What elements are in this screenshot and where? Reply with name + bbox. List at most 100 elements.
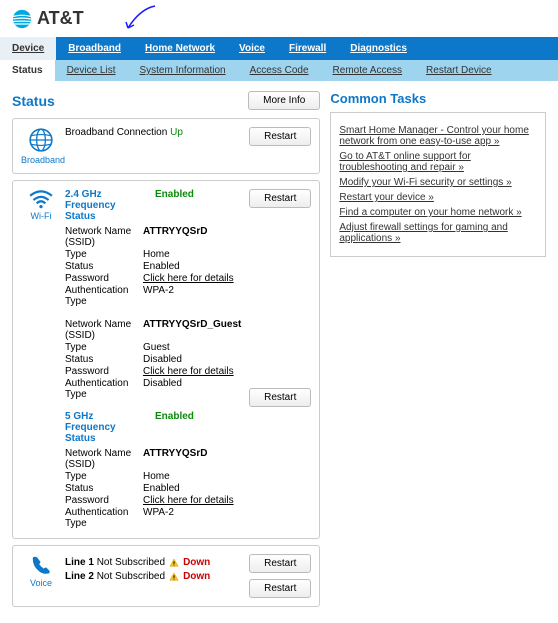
content-area: Status More Info Broadband Broadband Con…	[0, 81, 558, 623]
lbl-status: Status	[65, 261, 143, 272]
voice-line-2-restart-button[interactable]: Restart	[249, 579, 311, 598]
band-24-net1-auth: Disabled	[143, 378, 182, 400]
voice-line-1-sub: Not Subscribed	[97, 557, 165, 568]
lbl-ssid: Network Name (SSID)	[65, 226, 143, 248]
tab-voice[interactable]: Voice	[227, 37, 277, 60]
band-5-state: Enabled	[155, 411, 194, 422]
lbl-auth: Authentication Type	[65, 285, 143, 307]
wifi-24-restart-button[interactable]: Restart	[249, 189, 311, 208]
lbl-ssid: Network Name (SSID)	[65, 319, 143, 341]
lbl-type: Type	[65, 249, 143, 260]
lbl-auth: Authentication Type	[65, 507, 143, 529]
link-find-computer[interactable]: Find a computer on your home network »	[339, 207, 537, 218]
wifi-icon-col: Wi-Fi	[21, 189, 61, 221]
left-column: Status More Info Broadband Broadband Con…	[12, 91, 320, 613]
band-24-net1-password-link[interactable]: Click here for details	[143, 366, 234, 377]
voice-icon-col: Voice	[21, 554, 61, 588]
lbl-status: Status	[65, 354, 143, 365]
broadband-state: Up	[170, 127, 183, 138]
wifi-body: 2.4 GHz Frequency Status Enabled Network…	[61, 189, 241, 530]
subtab-restart-device[interactable]: Restart Device	[414, 60, 504, 81]
band-24-net1-type: Guest	[143, 342, 170, 353]
band-24-net1-status: Disabled	[143, 354, 182, 365]
band-5-net0-type: Home	[143, 471, 170, 482]
band-5-title: 5 GHz Frequency Status	[65, 411, 125, 444]
wifi-5-restart-button[interactable]: Restart	[249, 388, 311, 407]
subtab-status[interactable]: Status	[0, 60, 55, 81]
logo-bar: AT&T	[0, 0, 558, 37]
subtab-access-code[interactable]: Access Code	[238, 60, 321, 81]
broadband-restart-button[interactable]: Restart	[249, 127, 311, 146]
band-5-net0-ssid: ATTRYYQSrD	[143, 448, 207, 470]
secondary-tabs: Status Device List System Information Ac…	[0, 60, 558, 81]
link-modify-wifi[interactable]: Modify your Wi-Fi security or settings »	[339, 177, 537, 188]
voice-panel: Voice Line 1 Not Subscribed Down Line 2 …	[12, 545, 320, 607]
lbl-ssid: Network Name (SSID)	[65, 448, 143, 470]
wifi-icon	[28, 189, 54, 209]
more-info-button[interactable]: More Info	[248, 91, 320, 110]
common-tasks: Common Tasks Smart Home Manager - Contro…	[330, 91, 546, 257]
globe-icon	[28, 127, 54, 153]
tab-firewall[interactable]: Firewall	[277, 37, 338, 60]
primary-tabs: Device Broadband Home Network Voice Fire…	[0, 37, 558, 60]
band-24-net0-ssid: ATTRYYQSrD	[143, 226, 207, 248]
link-smart-home-manager[interactable]: Smart Home Manager - Control your home n…	[339, 125, 537, 147]
band-24-net0-password-link[interactable]: Click here for details	[143, 273, 234, 284]
lbl-password: Password	[65, 273, 143, 284]
lbl-password: Password	[65, 366, 143, 377]
warning-icon	[169, 558, 179, 568]
band-5-net0-auth: WPA-2	[143, 507, 174, 529]
tab-device[interactable]: Device	[0, 37, 56, 60]
link-adjust-firewall[interactable]: Adjust firewall settings for gaming and …	[339, 222, 537, 244]
subtab-remote-access[interactable]: Remote Access	[321, 60, 414, 81]
wifi-panel: Wi-Fi 2.4 GHz Frequency Status Enabled N…	[12, 180, 320, 539]
voice-icon-label: Voice	[21, 578, 61, 588]
wifi-icon-label: Wi-Fi	[21, 211, 61, 221]
page-title: Status	[12, 93, 55, 109]
brand-logo: AT&T	[12, 8, 546, 29]
band-24-net0-type: Home	[143, 249, 170, 260]
broadband-panel: Broadband Broadband Connection Up Restar…	[12, 118, 320, 174]
band-24-net1-ssid: ATTRYYQSrD_Guest	[143, 319, 241, 341]
lbl-password: Password	[65, 495, 143, 506]
band-5-header: 5 GHz Frequency Status Enabled	[65, 411, 241, 444]
warning-icon	[169, 572, 179, 582]
lbl-auth: Authentication Type	[65, 378, 143, 400]
phone-icon	[30, 554, 52, 576]
common-tasks-title: Common Tasks	[330, 91, 546, 106]
brand-text: AT&T	[37, 8, 84, 29]
voice-line-1-restart-button[interactable]: Restart	[249, 554, 311, 573]
tab-diagnostics[interactable]: Diagnostics	[338, 37, 419, 60]
band-5-net0-password-link[interactable]: Click here for details	[143, 495, 234, 506]
tab-broadband[interactable]: Broadband	[56, 37, 133, 60]
band-24-header: 2.4 GHz Frequency Status Enabled	[65, 189, 241, 222]
subtab-system-information[interactable]: System Information	[127, 60, 237, 81]
voice-line-2-sub: Not Subscribed	[97, 571, 165, 582]
link-online-support[interactable]: Go to AT&T online support for troublesho…	[339, 151, 537, 173]
subtab-device-list[interactable]: Device List	[55, 60, 128, 81]
lbl-type: Type	[65, 471, 143, 482]
broadband-connection-label: Broadband Connection	[65, 127, 167, 138]
common-tasks-box: Smart Home Manager - Control your home n…	[330, 112, 546, 257]
band-24-net0-auth: WPA-2	[143, 285, 174, 307]
broadband-icon-label: Broadband	[21, 155, 61, 165]
lbl-type: Type	[65, 342, 143, 353]
link-restart-device[interactable]: Restart your device »	[339, 192, 537, 203]
voice-line-1-name: Line 1	[65, 557, 94, 568]
tab-home-network[interactable]: Home Network	[133, 37, 227, 60]
annotation-arrow	[120, 4, 160, 34]
band-24-state: Enabled	[155, 189, 194, 200]
voice-line-1: Line 1 Not Subscribed Down	[65, 557, 241, 568]
lbl-status: Status	[65, 483, 143, 494]
voice-line-2-name: Line 2	[65, 571, 94, 582]
broadband-icon-col: Broadband	[21, 127, 61, 165]
voice-line-2: Line 2 Not Subscribed Down	[65, 571, 241, 582]
wifi-restart-col: Restart Restart	[241, 189, 311, 407]
band-24-title: 2.4 GHz Frequency Status	[65, 189, 125, 222]
band-5-net0-status: Enabled	[143, 483, 180, 494]
voice-line-2-state: Down	[183, 571, 210, 582]
att-globe-icon	[12, 9, 32, 29]
band-24-net0-status: Enabled	[143, 261, 180, 272]
status-header: Status More Info	[12, 91, 320, 110]
voice-line-1-state: Down	[183, 557, 210, 568]
